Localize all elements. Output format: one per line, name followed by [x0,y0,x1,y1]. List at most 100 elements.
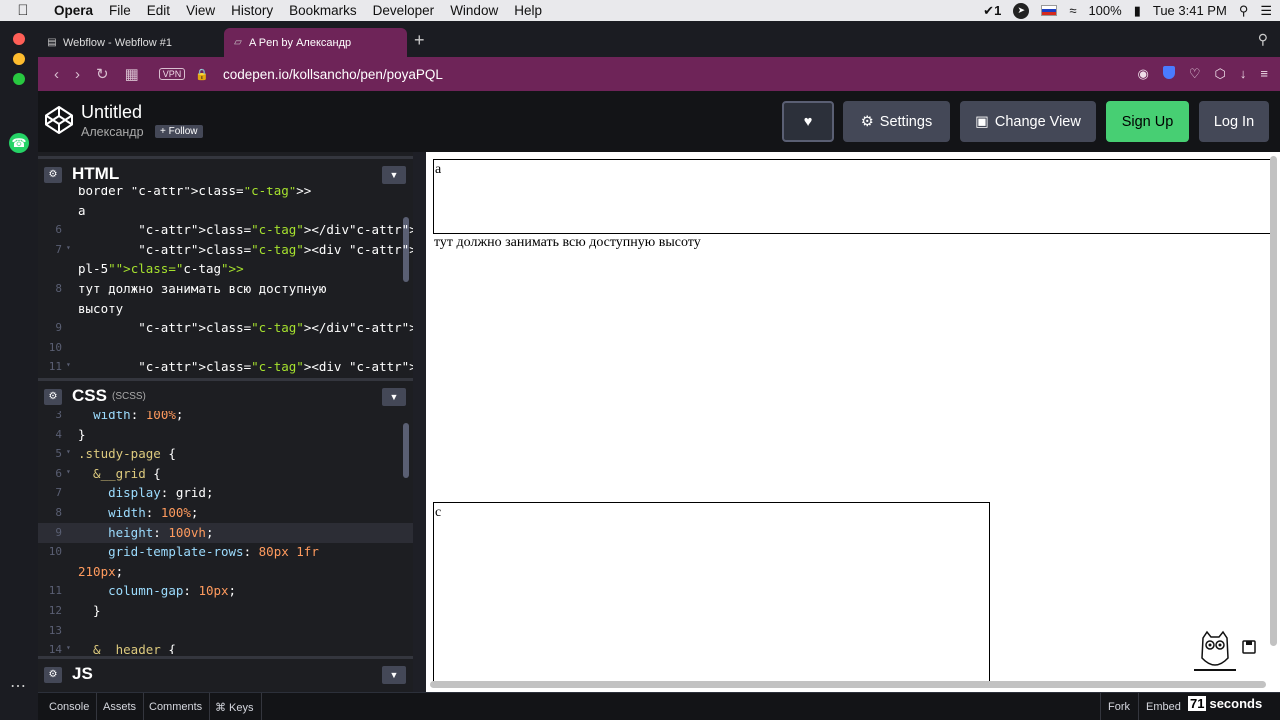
bookmark-heart-icon[interactable]: ♡ [1189,66,1201,82]
js-settings-icon[interactable]: ⚙ [44,667,62,683]
apple-icon[interactable]:  [0,2,46,19]
spotlight-search-icon[interactable]: ⚲ [1239,3,1249,19]
html-editor-header[interactable]: ⚙ HTML ▼ [38,156,413,190]
html-code-line[interactable]: 8 тут должно занимать всю доступную [38,279,413,299]
clock[interactable]: Tue 3:41 PM [1153,3,1227,18]
menu-developer[interactable]: Developer [365,3,443,18]
tab-search-icon[interactable]: ⚲ [1258,31,1268,48]
login-button[interactable]: Log In [1199,101,1269,142]
tab-codepen[interactable]: ▱ A Pen by Александр [224,28,407,57]
embed-button[interactable]: Embed [1138,693,1188,720]
fold-chevron-icon[interactable]: ▾ [66,360,71,369]
zoom-window-icon[interactable] [13,73,25,85]
telegram-icon[interactable]: ➤ [1013,2,1030,19]
fold-chevron-icon[interactable]: ▾ [66,243,71,252]
js-editor-header[interactable]: ⚙ JS ▼ [38,656,413,690]
menu-bookmarks[interactable]: Bookmarks [281,3,365,18]
lock-icon[interactable]: 🔒 [195,68,209,81]
tab-label: A Pen by Александр [249,36,352,49]
menu-help[interactable]: Help [506,3,550,18]
html-code-line[interactable]: высоту [38,299,413,319]
whatsapp-icon[interactable]: ☎ [9,133,29,153]
css-code-line[interactable]: 210px; [38,562,413,582]
more-icon[interactable]: ⋯ [10,676,27,696]
html-code-line[interactable]: 6 "c-attr">class="c-tag"></div"c-attr">c… [38,220,413,240]
html-code-line[interactable]: 10 [38,338,413,358]
fold-chevron-icon[interactable]: ▾ [66,467,71,476]
css-code-line[interactable]: 12 } [38,601,413,621]
comments-button[interactable]: Comments [142,693,211,720]
minimize-window-icon[interactable] [13,53,25,65]
reload-icon[interactable]: ↻ [96,65,109,83]
js-chevron-down-icon[interactable]: ▼ [382,666,406,684]
heart-button[interactable]: ♥ [782,101,834,142]
css-chevron-down-icon[interactable]: ▼ [382,388,406,406]
css-code-line[interactable]: 5 ▾ .study-page { [38,444,413,464]
wifi-icon[interactable]: ≈ [1069,3,1076,18]
fold-chevron-icon[interactable]: ▾ [66,643,71,652]
download-icon[interactable]: ↓ [1240,66,1247,82]
battery-text[interactable]: 100% [1088,3,1121,18]
fold-chevron-icon[interactable]: ▾ [66,447,71,456]
menu-edit[interactable]: Edit [139,3,178,18]
menu-window[interactable]: Window [442,3,506,18]
html-code-line[interactable]: a [38,201,413,221]
menu-icon[interactable]: ≡ [1260,66,1268,82]
tab-webflow[interactable]: ▤ Webflow - Webflow #1 [38,28,224,57]
html-code-line[interactable]: pl-5"">class="c-tag">> [38,259,413,279]
css-code-line[interactable]: 7 display: grid; [38,483,413,503]
css-code-line[interactable]: 6 ▾ &__grid { [38,464,413,484]
new-tab-icon[interactable]: + [414,30,425,51]
html-settings-icon[interactable]: ⚙ [44,167,62,183]
html-code-line[interactable]: 7 ▾ "c-attr">class="c-tag"><div "c-attr">… [38,240,413,260]
css-code-line[interactable]: 10 grid-template-rows: 80px 1fr [38,542,413,562]
preview-horizontal-scrollbar[interactable] [430,681,1266,688]
html-code-line[interactable]: 11 ▾ "c-attr">class="c-tag"><div "c-attr"… [38,357,413,375]
css-code-line[interactable]: 4} [38,425,413,445]
follow-button[interactable]: + Follow [155,125,203,138]
codepen-logo-icon[interactable] [44,105,74,135]
url-field[interactable]: codepen.io/kollsancho/pen/poyaPQL [223,67,443,82]
assets-button[interactable]: Assets [96,693,145,720]
snapshot-icon[interactable]: ◉ [1138,66,1149,82]
css-settings-icon[interactable]: ⚙ [44,389,62,405]
menu-opera[interactable]: Opera [46,3,101,18]
russian-flag-icon[interactable] [1041,5,1058,16]
pen-title[interactable]: Untitled [81,102,142,123]
change-view-button[interactable]: ▣ Change View [960,101,1096,142]
css-code-line[interactable]: 13 [38,621,413,641]
menu-history[interactable]: History [223,3,281,18]
vpn-badge[interactable]: VPN [158,68,186,80]
settings-button[interactable]: ⚙ Settings [843,101,950,142]
code-text: 210px; [78,563,124,579]
menu-view[interactable]: View [178,3,223,18]
html-code-area[interactable]: border "c-attr">class="c-tag">> a 6 "c-att… [38,187,413,375]
css-code-area[interactable]: 3 width: 100%; 4} 5 ▾ .study-page {6 ▾ &__gri… [38,411,413,654]
css-code-line[interactable]: 9 height: 100vh; [38,522,413,543]
console-button[interactable]: Console [42,693,98,720]
control-center-icon[interactable]: ☰ [1260,3,1272,19]
fork-button[interactable]: Fork [1100,693,1137,720]
author-name[interactable]: Александр [81,125,144,139]
speed-dial-icon[interactable]: ▦ [125,65,139,83]
preview-vertical-scrollbar[interactable] [1270,156,1277,646]
preview-pane[interactable]: a тут должно занимать всю доступную высо… [426,152,1280,692]
keys-button[interactable]: ⌘ Keys [208,693,262,720]
css-editor-header[interactable]: ⚙ CSS (SCSS) ▼ [38,378,413,412]
css-code-line[interactable]: 11 column-gap: 10px; [38,581,413,601]
css-code-line[interactable]: 3 width: 100%; [38,411,413,425]
html-code-line[interactable]: 9 "c-attr">class="c-tag"></div"c-attr">c… [38,318,413,338]
css-code-line[interactable]: 14 ▾ &__header { [38,640,413,654]
html-chevron-down-icon[interactable]: ▼ [382,166,406,184]
forward-icon[interactable]: › [75,66,80,83]
back-icon[interactable]: ‹ [54,66,59,83]
signup-button[interactable]: Sign Up [1106,101,1189,142]
shield-icon[interactable] [1162,66,1175,79]
close-window-icon[interactable] [13,33,25,45]
status-check-icon[interactable]: ✔1 [983,3,1001,19]
css-code-line[interactable]: 8 width: 100%; [38,503,413,523]
extensions-cube-icon[interactable]: ⬡ [1215,66,1226,82]
html-code-line[interactable]: border "c-attr">class="c-tag">> [38,187,413,201]
menu-file[interactable]: File [101,3,139,18]
save-icon[interactable] [1242,640,1256,654]
